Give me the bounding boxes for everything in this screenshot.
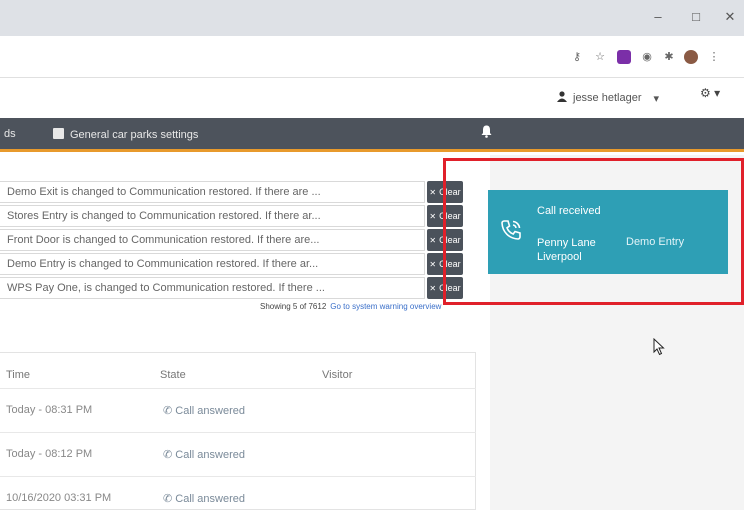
warning-row: Stores Entry is changed to Communication… [0,205,425,227]
puzzle-icon[interactable]: ✱ [662,50,676,64]
browser-titlebar: – □ ✕ [0,0,744,36]
user-menu[interactable]: jesse hetlager ▾ [557,86,659,110]
warning-row: Front Door is changed to Communication r… [0,229,425,251]
phone-icon: ✆ [163,493,176,505]
key-icon[interactable]: ⚷ [570,50,584,64]
star-icon[interactable]: ☆ [593,50,607,64]
maximize-button[interactable]: □ [688,9,704,24]
row-divider [0,388,476,389]
call-time: Today - 08:31 PM [6,404,93,416]
close-icon: ✕ [429,212,437,221]
highlight-box [443,158,744,305]
warnings-footer: Showing 5 of 7612 Go to system warning ov… [260,302,441,311]
call-state: ✆ Call answered [163,449,245,461]
row-divider [0,476,476,477]
phone-icon: ✆ [163,405,176,417]
chevron-down-icon: ▾ [653,92,660,105]
minimize-button[interactable]: – [650,9,666,24]
call-state: ✆ Call answered [163,493,245,505]
close-icon: ✕ [429,284,437,293]
user-icon [557,91,567,105]
close-icon: ✕ [429,260,437,269]
nav-item-partial[interactable]: ds [4,128,16,140]
calls-table [0,352,476,510]
user-name: jesse hetlager [573,92,642,104]
profile-avatar[interactable] [684,50,698,64]
browser-menu-icon[interactable]: ⋮ [707,50,721,64]
call-time: 10/16/2020 03:31 PM [6,492,112,504]
column-header-state[interactable]: State [160,369,186,381]
warning-row: WPS Pay One, is changed to Communication… [0,277,425,299]
close-window-button[interactable]: ✕ [722,9,738,25]
column-header-time[interactable]: Time [6,369,30,381]
nav-item-car-parks-settings[interactable]: General car parks settings [53,128,198,141]
nav-item-label: General car parks settings [70,129,199,141]
call-time: Today - 08:12 PM [6,448,93,460]
extension-purple-icon[interactable] [617,50,631,64]
gear-icon: ⚙ [700,86,711,100]
bell-icon[interactable] [481,125,492,141]
browser-toolbar: ⚷ ☆ ◉ ✱ ⋮ [0,36,744,78]
cursor-icon [653,337,665,361]
phone-icon: ✆ [163,449,176,461]
main-navbar: ds General car parks settings [0,118,744,152]
column-header-visitor[interactable]: Visitor [322,369,352,381]
showing-count: Showing 5 of 7612 [260,302,327,311]
close-icon: ✕ [429,236,437,245]
system-warning-link[interactable]: Go to system warning overview [330,302,441,311]
close-icon: ✕ [429,188,437,197]
settings-menu[interactable]: ⚙ ▾ [700,86,720,100]
warning-row: Demo Exit is changed to Communication re… [0,181,425,203]
call-state: ✆ Call answered [163,405,245,417]
row-divider [0,432,476,433]
warning-row: Demo Entry is changed to Communication r… [0,253,425,275]
chevron-down-icon: ▾ [714,86,721,100]
settings-box-icon [53,128,64,139]
extension-circle-icon[interactable]: ◉ [640,50,654,64]
